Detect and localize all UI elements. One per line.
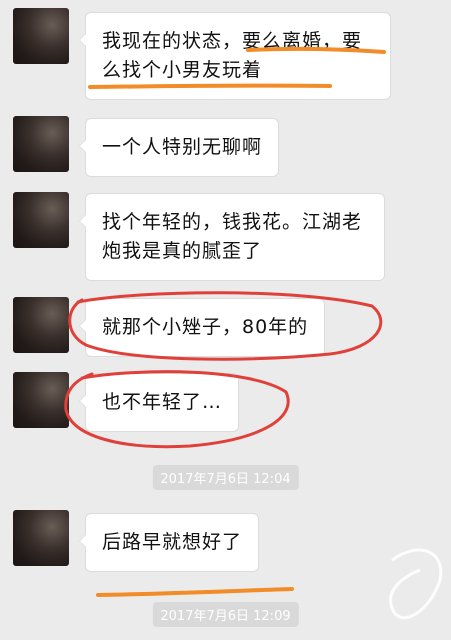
avatar[interactable] [13,8,69,64]
avatar[interactable] [13,192,69,248]
underline-annotation [96,587,294,597]
timestamp: 2017年7月6日 12:04 [152,465,299,490]
message-bubble[interactable]: 一个人特别无聊啊 [78,118,280,177]
message-bubble[interactable]: 后路早就想好了 [78,513,260,572]
message-bubble[interactable]: 也不年轻了… [78,373,240,432]
message-bubble[interactable]: 就那个小矬子，80年的 [78,298,326,357]
avatar[interactable] [13,297,69,353]
message-bubble[interactable]: 找个年轻的，钱我花。江湖老炮我是真的腻歪了 [79,193,385,281]
scribble-mark [389,548,443,620]
avatar[interactable] [13,116,69,172]
avatar[interactable] [13,372,69,428]
timestamp: 2017年7月6日 12:09 [152,602,299,627]
avatar[interactable] [13,510,69,566]
message-bubble[interactable]: 我现在的状态，要么离婚，要么找个小男友玩着 [79,12,391,100]
